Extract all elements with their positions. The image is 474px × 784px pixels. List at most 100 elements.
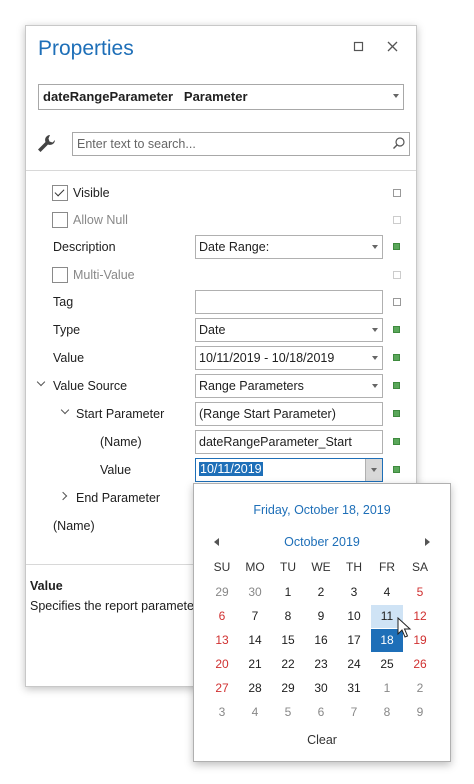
- property-marker[interactable]: [393, 466, 400, 473]
- restore-icon[interactable]: [352, 40, 366, 54]
- calendar-day[interactable]: 1: [371, 677, 403, 700]
- chevron-down-icon[interactable]: [372, 384, 378, 388]
- day-of-week-label: TH: [346, 560, 362, 574]
- description-combo[interactable]: Date Range:: [195, 235, 383, 259]
- expand-chevron-icon[interactable]: [58, 491, 68, 501]
- calendar-day[interactable]: 8: [371, 701, 403, 724]
- start-value-date-editor[interactable]: 10/11/2019: [195, 458, 383, 482]
- property-label: Tag: [53, 295, 74, 309]
- property-marker[interactable]: [393, 382, 400, 389]
- start-value-text: 10/11/2019: [199, 462, 263, 476]
- calendar-day[interactable]: 29: [206, 581, 238, 604]
- calendar-day[interactable]: 9: [305, 605, 337, 628]
- property-marker[interactable]: [393, 326, 400, 333]
- property-row-value-source: Value Source Range Parameters: [26, 372, 416, 400]
- search-icon[interactable]: [392, 136, 406, 150]
- object-selector[interactable]: dateRangeParameter Parameter: [38, 84, 404, 110]
- today-label[interactable]: Friday, October 18, 2019: [194, 503, 450, 517]
- calendar-day[interactable]: 5: [272, 701, 304, 724]
- start-parameter-field[interactable]: (Range Start Parameter): [195, 402, 383, 426]
- day-of-week-label: WE: [311, 560, 331, 574]
- calendar-day[interactable]: 21: [239, 653, 271, 676]
- property-row-start-value: Value 10/11/2019: [26, 456, 416, 484]
- calendar-day[interactable]: 22: [272, 653, 304, 676]
- month-label[interactable]: October 2019: [194, 535, 450, 549]
- calendar-day[interactable]: 26: [404, 653, 436, 676]
- property-marker[interactable]: [393, 189, 401, 197]
- calendar-day[interactable]: 7: [338, 701, 370, 724]
- day-of-week-label: SA: [411, 560, 428, 574]
- calendar-day[interactable]: 24: [338, 653, 370, 676]
- property-label: Value: [100, 463, 132, 477]
- property-marker[interactable]: [393, 410, 400, 417]
- calendar-day[interactable]: 3: [206, 701, 238, 724]
- calendar-day[interactable]: 6: [206, 605, 238, 628]
- next-month-icon[interactable]: [425, 538, 430, 546]
- calendar-day[interactable]: 6: [305, 701, 337, 724]
- property-label: Description: [53, 240, 116, 254]
- property-marker[interactable]: [393, 298, 401, 306]
- property-marker[interactable]: [393, 216, 401, 224]
- mouse-cursor-icon: [397, 616, 413, 639]
- type-combo[interactable]: Date: [195, 318, 383, 342]
- calendar-day[interactable]: 29: [272, 677, 304, 700]
- chevron-down-icon[interactable]: [372, 328, 378, 332]
- property-row-visible: Visible: [26, 179, 416, 207]
- chevron-down-icon[interactable]: [372, 356, 378, 360]
- property-label: (Name): [100, 435, 142, 449]
- clear-button[interactable]: Clear: [194, 733, 450, 747]
- visible-checkbox[interactable]: [52, 185, 68, 201]
- collapse-chevron-icon[interactable]: [60, 405, 70, 415]
- property-label: Allow Null: [73, 213, 128, 227]
- description-title: Value: [30, 579, 63, 593]
- calendar-day[interactable]: 17: [338, 629, 370, 652]
- tag-input[interactable]: [195, 290, 383, 314]
- calendar-day[interactable]: 25: [371, 653, 403, 676]
- calendar-day[interactable]: 10: [338, 605, 370, 628]
- collapse-chevron-icon[interactable]: [36, 377, 46, 387]
- calendar-day[interactable]: 23: [305, 653, 337, 676]
- calendar-day[interactable]: 3: [338, 581, 370, 604]
- property-marker[interactable]: [393, 243, 400, 250]
- wrench-icon[interactable]: [36, 133, 58, 155]
- calendar-day[interactable]: 30: [239, 581, 271, 604]
- date-dropdown-button[interactable]: [365, 459, 382, 481]
- calendar-day[interactable]: 4: [239, 701, 271, 724]
- calendar-day[interactable]: 27: [206, 677, 238, 700]
- calendar-day[interactable]: 20: [206, 653, 238, 676]
- search-input[interactable]: Enter text to search...: [72, 132, 410, 156]
- calendar-day[interactable]: 7: [239, 605, 271, 628]
- calendar-day[interactable]: 1: [272, 581, 304, 604]
- day-of-week-label: FR: [379, 560, 395, 574]
- calendar-day[interactable]: 28: [239, 677, 271, 700]
- value-source-combo[interactable]: Range Parameters: [195, 374, 383, 398]
- calendar-day[interactable]: 16: [305, 629, 337, 652]
- property-marker[interactable]: [393, 438, 400, 445]
- calendar-day[interactable]: 2: [404, 677, 436, 700]
- allow-null-checkbox[interactable]: [52, 212, 68, 228]
- calendar-day[interactable]: 14: [239, 629, 271, 652]
- property-row-value: Value 10/11/2019 - 10/18/2019: [26, 344, 416, 372]
- type-value: Date: [199, 323, 226, 337]
- value-combo[interactable]: 10/11/2019 - 10/18/2019: [195, 346, 383, 370]
- search-placeholder: Enter text to search...: [77, 137, 196, 151]
- divider: [26, 170, 416, 171]
- calendar-day[interactable]: 5: [404, 581, 436, 604]
- close-icon[interactable]: [386, 40, 400, 54]
- calendar-day[interactable]: 4: [371, 581, 403, 604]
- start-name-input[interactable]: dateRangeParameter_Start: [195, 430, 383, 454]
- description-value: Date Range:: [199, 240, 270, 254]
- multi-value-checkbox[interactable]: [52, 267, 68, 283]
- property-row-allow-null: Allow Null: [26, 206, 416, 234]
- property-marker[interactable]: [393, 271, 401, 279]
- property-label: Visible: [73, 186, 110, 200]
- calendar-day[interactable]: 13: [206, 629, 238, 652]
- calendar-day[interactable]: 15: [272, 629, 304, 652]
- chevron-down-icon[interactable]: [372, 245, 378, 249]
- calendar-day[interactable]: 8: [272, 605, 304, 628]
- property-marker[interactable]: [393, 354, 400, 361]
- calendar-day[interactable]: 31: [338, 677, 370, 700]
- calendar-day[interactable]: 30: [305, 677, 337, 700]
- calendar-day[interactable]: 9: [404, 701, 436, 724]
- calendar-day[interactable]: 2: [305, 581, 337, 604]
